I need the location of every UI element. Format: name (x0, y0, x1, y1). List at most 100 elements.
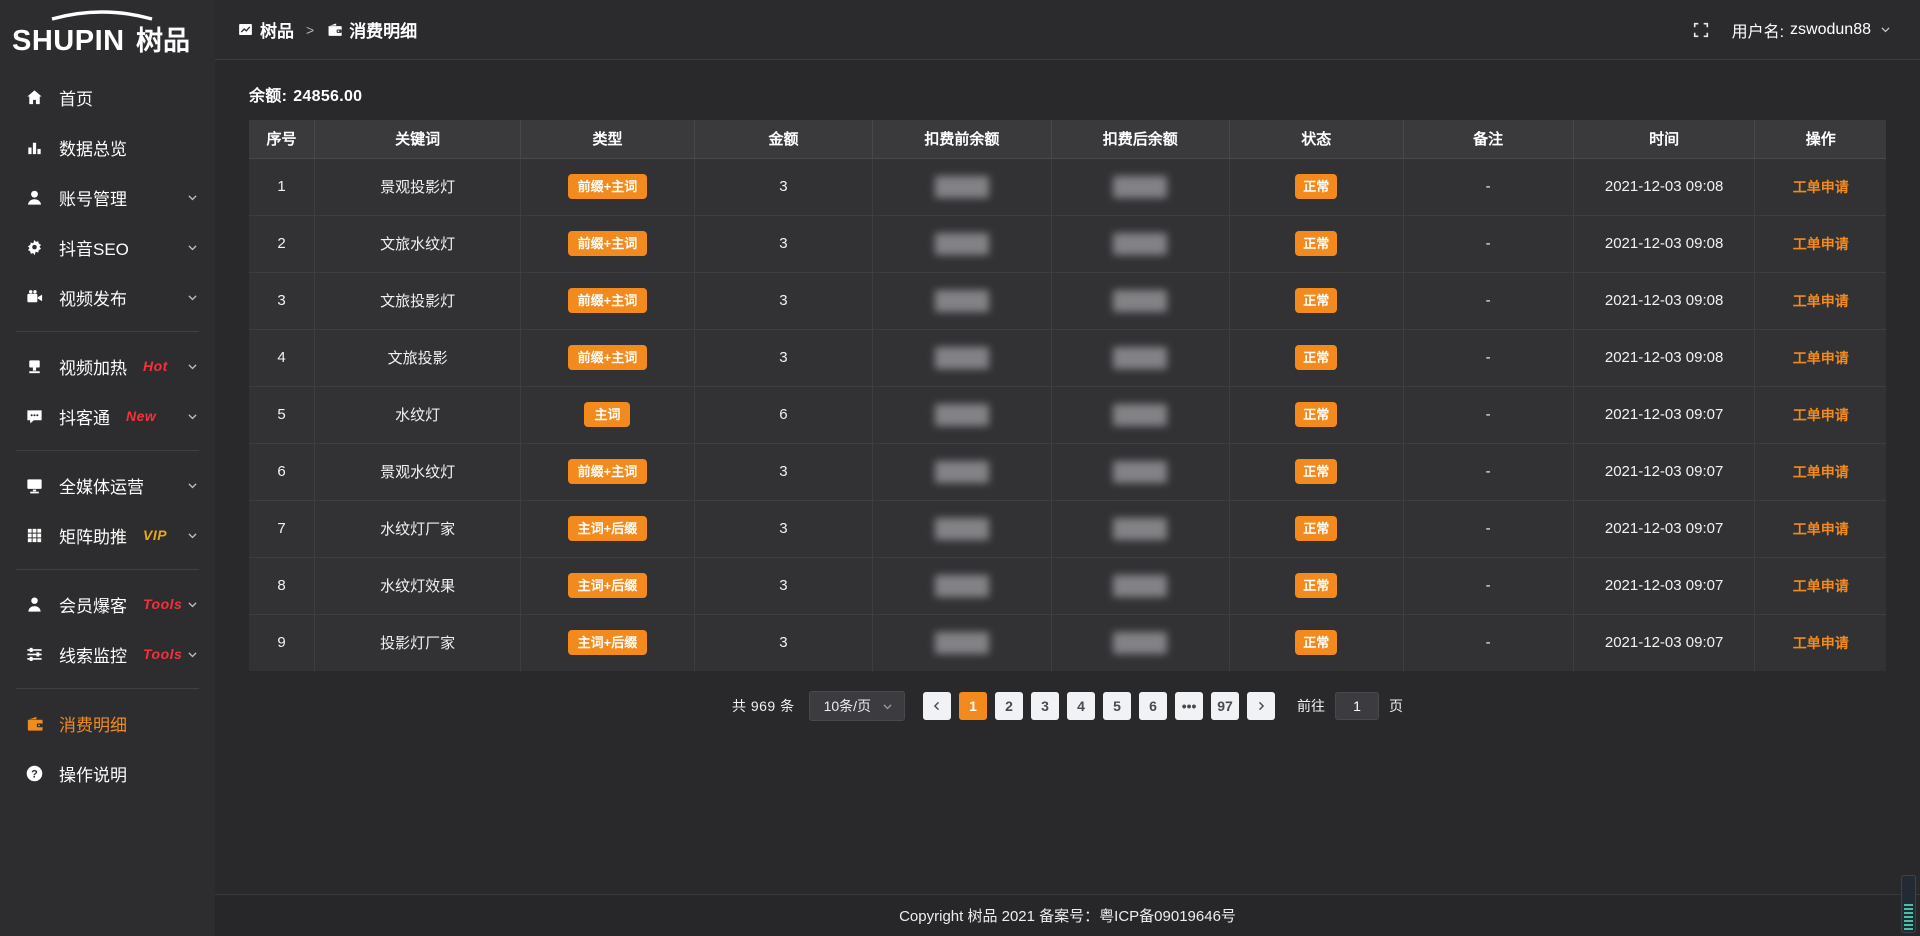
page-button-1[interactable]: 1 (959, 692, 987, 720)
cell-amount: 3 (694, 158, 872, 215)
chevron-down-icon (1879, 23, 1892, 36)
cell-balance-before (873, 614, 1051, 671)
work-order-link[interactable]: 工单申请 (1793, 464, 1849, 480)
sidebar-item-label: 操作说明 (59, 761, 127, 786)
cell-keyword: 水纹灯厂家 (314, 500, 520, 557)
cell-remark: - (1403, 215, 1573, 272)
redacted-balance (1113, 347, 1167, 369)
wallet-icon (326, 21, 343, 38)
sidebar-item-label: 矩阵助推 (59, 523, 127, 548)
user-icon (25, 188, 44, 207)
page-button-6[interactable]: 6 (1139, 692, 1167, 720)
redacted-balance (935, 632, 989, 654)
cell-index: 6 (249, 443, 314, 500)
column-header-金额: 金额 (694, 120, 872, 158)
sidebar-item-数据总览[interactable]: 数据总览 (0, 122, 215, 172)
cell-balance-before (873, 272, 1051, 329)
sidebar-item-label: 全媒体运营 (59, 473, 144, 498)
cell-keyword: 水纹灯效果 (314, 557, 520, 614)
cell-balance-after (1051, 329, 1229, 386)
chevron-right-icon[interactable] (1247, 692, 1275, 720)
page-button-2[interactable]: 2 (995, 692, 1023, 720)
cell-balance-before (873, 500, 1051, 557)
sidebar-item-会员爆客[interactable]: 会员爆客 Tools (0, 579, 215, 629)
work-order-link[interactable]: 工单申请 (1793, 179, 1849, 195)
breadcrumb: 树品>消费明细 (237, 17, 417, 42)
logo-arc (52, 12, 152, 19)
sidebar-item-抖客通[interactable]: 抖客通 New (0, 391, 215, 441)
home-icon (25, 88, 44, 107)
breadcrumb-item-树品[interactable]: 树品 (237, 17, 294, 42)
cell-keyword: 景观水纹灯 (314, 443, 520, 500)
chevron-left-icon[interactable] (923, 692, 951, 720)
user-menu[interactable]: 用户名: zswodun88 (1732, 18, 1892, 42)
sidebar-item-首页[interactable]: 首页 (0, 72, 215, 122)
status-badge: 正常 (1295, 288, 1337, 313)
page-button-4[interactable]: 4 (1067, 692, 1095, 720)
sidebar-item-视频加热[interactable]: 视频加热 Hot (0, 341, 215, 391)
cell-action: 工单申请 (1755, 443, 1886, 500)
status-badge: 正常 (1295, 516, 1337, 541)
cell-action: 工单申请 (1755, 158, 1886, 215)
sidebar-item-视频发布[interactable]: 视频发布 (0, 272, 215, 322)
column-header-扣费前余额: 扣费前余额 (873, 120, 1051, 158)
page-size-select[interactable]: 10条/页 (809, 691, 905, 721)
cell-remark: - (1403, 272, 1573, 329)
cell-keyword: 景观投影灯 (314, 158, 520, 215)
pagination: 共 969 条 10条/页 123456•••97 前往 页 (249, 691, 1886, 721)
table-row: 1 景观投影灯 前缀+主词 3 正常 - 2021-12-03 09:08 工单… (249, 158, 1886, 215)
cell-status: 正常 (1230, 158, 1404, 215)
page-button-3[interactable]: 3 (1031, 692, 1059, 720)
cell-balance-before (873, 329, 1051, 386)
table-row: 4 文旅投影 前缀+主词 3 正常 - 2021-12-03 09:08 工单申… (249, 329, 1886, 386)
sidebar: SHUPIN 树品 首页 数据总览 账号管理 抖音SEO 视频发布 (0, 0, 215, 936)
cell-action: 工单申请 (1755, 386, 1886, 443)
type-badge: 主词+后缀 (568, 573, 648, 598)
work-order-link[interactable]: 工单申请 (1793, 293, 1849, 309)
redacted-balance (935, 347, 989, 369)
sidebar-item-矩阵助推[interactable]: 矩阵助推 VIP (0, 510, 215, 560)
work-order-link[interactable]: 工单申请 (1793, 407, 1849, 423)
page-button-5[interactable]: 5 (1103, 692, 1131, 720)
sidebar-item-操作说明[interactable]: ? 操作说明 (0, 748, 215, 798)
column-header-状态: 状态 (1230, 120, 1404, 158)
grid-icon (25, 526, 44, 545)
wallet-icon (25, 714, 44, 733)
status-badge: 正常 (1295, 573, 1337, 598)
sidebar-item-tag: Tools (143, 596, 182, 612)
cell-action: 工单申请 (1755, 557, 1886, 614)
chevron-down-icon (186, 529, 199, 542)
sidebar-item-消费明细[interactable]: 消费明细 (0, 698, 215, 748)
work-order-link[interactable]: 工单申请 (1793, 350, 1849, 366)
monitor-icon (25, 476, 44, 495)
more-pages-button[interactable]: ••• (1175, 692, 1203, 720)
redacted-balance (935, 233, 989, 255)
cell-keyword: 文旅投影 (314, 329, 520, 386)
status-badge: 正常 (1295, 459, 1337, 484)
sidebar-item-抖音SEO[interactable]: 抖音SEO (0, 222, 215, 272)
table-row: 7 水纹灯厂家 主词+后缀 3 正常 - 2021-12-03 09:07 工单… (249, 500, 1886, 557)
cell-keyword: 文旅投影灯 (314, 272, 520, 329)
cell-time: 2021-12-03 09:08 (1573, 158, 1755, 215)
table-row: 8 水纹灯效果 主词+后缀 3 正常 - 2021-12-03 09:07 工单… (249, 557, 1886, 614)
breadcrumb-item-消费明细[interactable]: 消费明细 (326, 17, 417, 42)
cell-balance-before (873, 557, 1051, 614)
sidebar-item-线索监控[interactable]: 线索监控 Tools (0, 629, 215, 679)
work-order-link[interactable]: 工单申请 (1793, 521, 1849, 537)
cell-time: 2021-12-03 09:07 (1573, 557, 1755, 614)
cell-balance-after (1051, 272, 1229, 329)
page-button-97[interactable]: 97 (1211, 692, 1239, 720)
column-header-关键词: 关键词 (314, 120, 520, 158)
work-order-link[interactable]: 工单申请 (1793, 635, 1849, 651)
video-icon (25, 288, 44, 307)
cell-type: 主词+后缀 (521, 614, 695, 671)
sidebar-item-全媒体运营[interactable]: 全媒体运营 (0, 460, 215, 510)
goto-page-input[interactable] (1335, 692, 1379, 720)
cell-action: 工单申请 (1755, 500, 1886, 557)
sidebar-item-账号管理[interactable]: 账号管理 (0, 172, 215, 222)
work-order-link[interactable]: 工单申请 (1793, 578, 1849, 594)
fullscreen-icon[interactable] (1692, 21, 1710, 39)
type-badge: 前缀+主词 (568, 288, 648, 313)
cell-time: 2021-12-03 09:07 (1573, 386, 1755, 443)
work-order-link[interactable]: 工单申请 (1793, 236, 1849, 252)
